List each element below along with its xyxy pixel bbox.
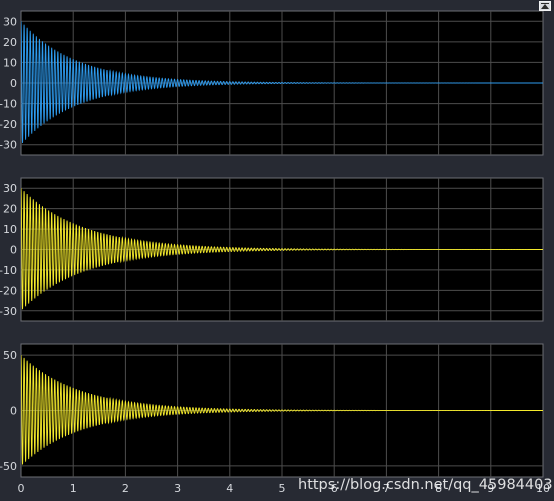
y-tick-label: 0: [10, 77, 17, 90]
restore-axes-icon: [541, 3, 549, 9]
x-tick-label: 5: [279, 482, 286, 495]
y-tick-label: 30: [3, 15, 17, 28]
y-tick-label: 10: [3, 223, 17, 236]
x-tick-label: 0: [18, 482, 25, 495]
scope-axes-2[interactable]: -30 -20 -10 0 10 20 30: [0, 177, 544, 322]
y-tick-label: -10: [0, 98, 17, 111]
x-tick-label: 3: [174, 482, 181, 495]
y-tick-label: -50: [0, 460, 17, 473]
scope-axes-1[interactable]: -30 -20 -10 0 10 20 30: [0, 10, 544, 156]
x-tick-label: 2: [122, 482, 129, 495]
y-tick-label: 20: [3, 203, 17, 216]
y-tick-label: 50: [3, 349, 17, 362]
scope-axes-3[interactable]: -500500 1 2 3 4 5 6 7 8 9 10: [0, 343, 550, 495]
x-tick-label: 4: [226, 482, 233, 495]
y-tick-label: -30: [0, 305, 17, 318]
y-tick-label: -10: [0, 264, 17, 277]
x-tick-label: 1: [70, 482, 77, 495]
scope-figure: -30-20-100102030-30-20-100102030-500500 1…: [0, 10, 553, 495]
watermark-text: https://blog.csdn.net/qq_45984403: [298, 477, 553, 493]
y-tick-label: -20: [0, 118, 17, 131]
y-tick-label: 30: [3, 182, 17, 195]
y-tick-label: 20: [3, 36, 17, 49]
restore-axes-button[interactable]: [539, 1, 551, 11]
y-tick-label: -30: [0, 139, 17, 152]
y-tick-label: 0: [10, 405, 17, 418]
y-tick-label: -20: [0, 284, 17, 297]
y-tick-label: 10: [3, 56, 17, 69]
y-tick-label: 0: [10, 244, 17, 257]
